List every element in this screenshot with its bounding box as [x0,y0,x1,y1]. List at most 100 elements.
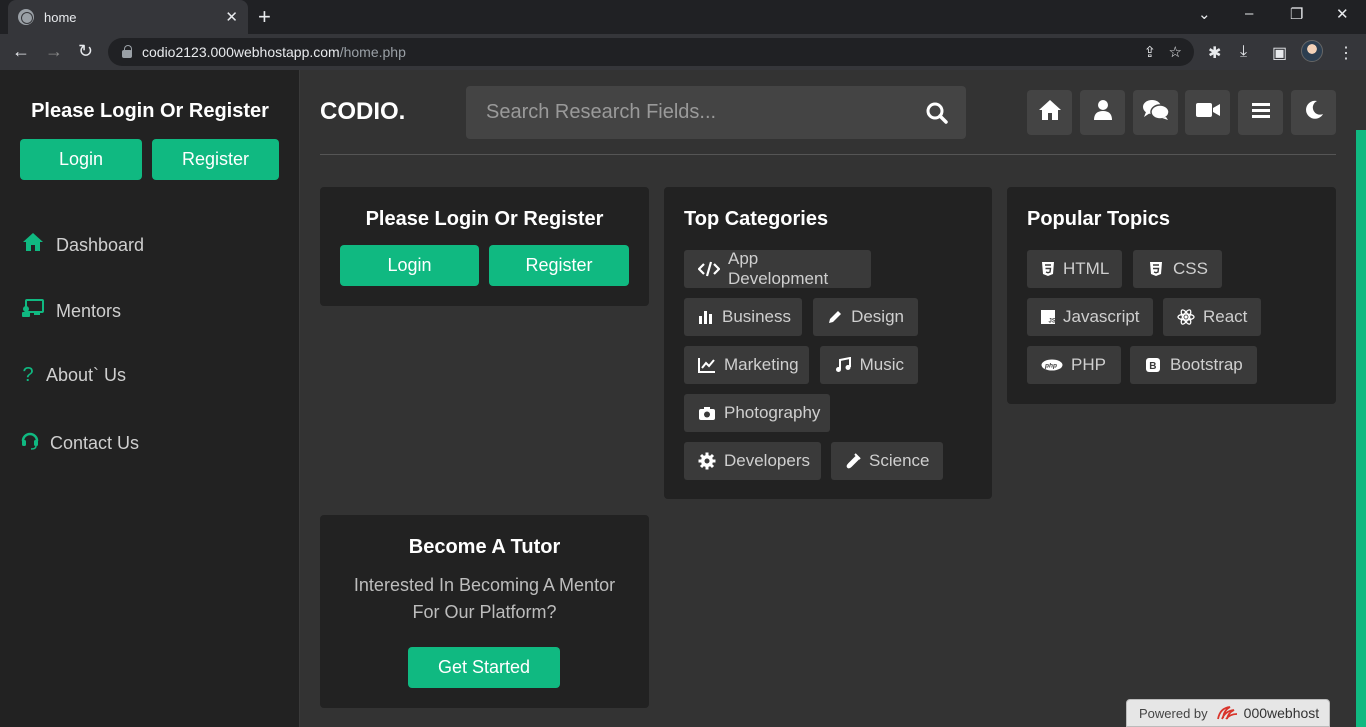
topics-title: Popular Topics [1027,208,1170,230]
topic-chip-bootstrap[interactable]: B Bootstrap [1130,346,1257,384]
login-card-title: Please Login Or Register [365,208,604,230]
topic-chip-javascript[interactable]: JS Javascript [1027,298,1153,336]
search-icon[interactable] [926,102,948,124]
category-chip-science[interactable]: Science [831,442,943,480]
register-button[interactable]: Register [489,245,629,286]
chip-label: Science [869,451,930,470]
code-icon [698,261,720,277]
sidebar-item-contact[interactable]: Contact Us [20,430,139,456]
side-panel-icon[interactable]: ▣ [1272,43,1287,63]
topic-chip-css[interactable]: CSS [1133,250,1222,288]
topic-chip-php[interactable]: php PHP [1027,346,1121,384]
forward-icon[interactable]: → [45,41,63,62]
comments-icon [1142,99,1170,126]
login-button[interactable]: Login [340,245,479,286]
headset-icon [20,430,40,456]
top-categories-card: Top Categories App Development Business … [664,187,992,499]
search-input[interactable] [466,86,906,139]
000webhost-logo-icon [1216,705,1238,721]
chip-label: Photography [724,403,821,422]
video-button[interactable] [1185,90,1230,135]
menu-icon [1251,101,1271,124]
lock-icon [122,45,132,58]
category-chip-design[interactable]: Design [813,298,918,336]
svg-text:B: B [1149,361,1156,372]
user-button[interactable] [1080,90,1125,135]
menu-button[interactable] [1238,90,1283,135]
brand-logo[interactable]: CODIO. [320,98,405,126]
css3-icon [1147,261,1165,277]
powered-by-badge[interactable]: Powered by 000webhost [1126,699,1330,727]
sidebar-item-about[interactable]: ? About` Us [20,364,126,387]
sidebar-login-button[interactable]: Login [20,139,142,180]
sidebar-item-label: Dashboard [56,234,145,255]
dark-mode-button[interactable] [1291,90,1336,135]
sidebar-title: Please Login Or Register [31,100,269,122]
music-icon [834,357,852,373]
download-icon[interactable]: ⤓ [1240,43,1247,61]
header: CODIO. [300,70,1356,154]
sidebar-item-dashboard[interactable]: Dashboard [20,232,144,258]
extensions-icon[interactable]: ✱ [1208,43,1221,63]
scrollbar[interactable] [1356,130,1366,727]
browser-menu-icon[interactable]: ⋮ [1338,43,1354,63]
profile-avatar[interactable] [1301,40,1323,62]
category-chip-music[interactable]: Music [820,346,918,384]
sidebar: Please Login Or Register Login Register … [0,70,300,727]
user-icon [1093,99,1113,126]
window-close-icon[interactable]: ✕ [1336,5,1349,23]
get-started-button[interactable]: Get Started [408,647,560,688]
sidebar-item-mentors[interactable]: Mentors [20,298,121,324]
topic-chip-html[interactable]: HTML [1027,250,1122,288]
topic-chip-react[interactable]: React [1163,298,1261,336]
chip-label: PHP [1071,355,1106,374]
comments-button[interactable] [1133,90,1178,135]
question-icon: ? [22,364,34,386]
html5-icon [1041,261,1055,277]
vial-icon [845,453,861,469]
pencil-icon [827,309,843,325]
category-chip-business[interactable]: Business [684,298,802,336]
chip-label: Marketing [724,355,799,374]
bookmark-star-icon[interactable]: ⇪ ☆ [1143,43,1182,61]
chip-label: Music [859,355,904,374]
globe-icon [18,9,34,25]
popular-topics-card: Popular Topics HTML CSS JS Javascript Re… [1007,187,1336,404]
cog-icon [698,452,716,470]
chart-bar-icon [698,310,714,324]
home-icon [1038,99,1062,126]
browser-tabstrip: home ✕ + ⌄ – ❐ ✕ [0,0,1366,34]
home-icon [20,232,46,258]
home-button[interactable] [1027,90,1072,135]
camera-icon [698,406,716,421]
new-tab-icon[interactable]: + [258,4,271,30]
reload-icon[interactable]: ↻ [78,41,93,62]
tutor-description-line1: Interested In Becoming A Mentor [353,575,616,595]
powered-by-brand: 000webhost [1243,705,1320,721]
chip-label: React [1203,307,1248,326]
powered-by-text: Powered by [1139,705,1208,721]
category-chip-photography[interactable]: Photography [684,394,830,432]
chip-label: Bootstrap [1170,355,1243,374]
url-path: /home.php [339,44,406,60]
sidebar-register-button[interactable]: Register [152,139,279,180]
moon-icon [1304,100,1324,125]
url-host: codio2123.000webhostapp.com [142,44,340,60]
browser-tab[interactable]: home ✕ [8,0,248,34]
address-bar[interactable]: codio2123.000webhostapp.com/home.php ⇪ ☆ [108,38,1194,66]
maximize-icon[interactable]: ❐ [1290,5,1303,23]
tab-search-icon[interactable]: ⌄ [1198,5,1211,23]
category-chip-marketing[interactable]: Marketing [684,346,809,384]
tutor-description-line2: For Our Platform? [412,602,557,622]
category-chip-app-development[interactable]: App Development [684,249,871,288]
categories-title: Top Categories [684,208,829,230]
become-tutor-card: Become A Tutor Interested In Becoming A … [320,515,649,708]
page: Please Login Or Register Login Register … [0,70,1366,727]
category-chip-developers[interactable]: Developers [684,442,821,480]
search-box [466,86,966,139]
chip-label: Design [851,307,904,326]
back-icon[interactable]: ← [12,41,30,62]
tab-close-icon[interactable]: ✕ [225,8,238,26]
minimize-icon[interactable]: – [1245,5,1253,22]
sidebar-item-label: Contact Us [50,432,140,453]
